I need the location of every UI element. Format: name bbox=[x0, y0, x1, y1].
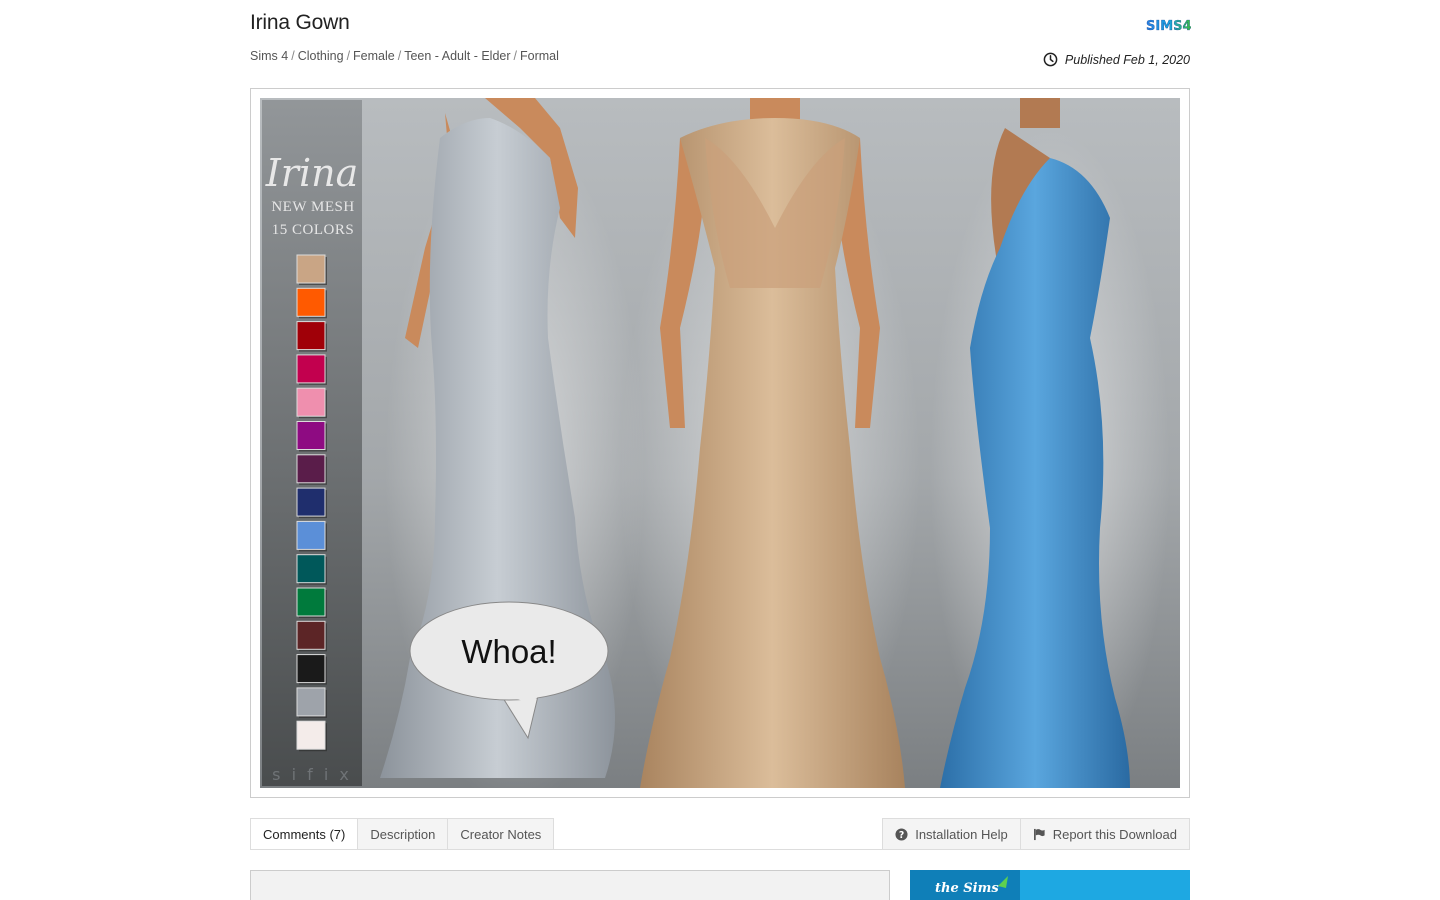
color-swatch bbox=[296, 654, 326, 684]
color-swatch bbox=[296, 620, 326, 650]
color-swatch bbox=[296, 554, 326, 584]
svg-text:?: ? bbox=[899, 830, 904, 841]
breadcrumb: Sims 4/Clothing / Female / Teen - Adult - El… bbox=[250, 49, 559, 63]
color-swatch bbox=[296, 254, 326, 284]
tab-comments[interactable]: Comments (7) bbox=[250, 818, 359, 850]
ad-text: the Sims bbox=[935, 881, 999, 896]
ad-banner[interactable]: the Sims bbox=[910, 870, 1190, 900]
tab-creator-notes[interactable]: Creator Notes bbox=[448, 818, 555, 850]
installation-help-label: Installation Help bbox=[915, 826, 1008, 842]
question-icon: ? bbox=[895, 827, 908, 841]
color-swatches bbox=[296, 254, 327, 752]
overlay-newmesh: NEW MESH bbox=[271, 199, 354, 215]
breadcrumb-separator: / bbox=[346, 49, 351, 63]
report-download-label: Report this Download bbox=[1052, 826, 1177, 842]
report-download-button[interactable]: Report this Download bbox=[1020, 818, 1190, 850]
color-swatch bbox=[296, 321, 326, 351]
breadcrumb-female[interactable]: Female bbox=[353, 49, 395, 63]
overlay-colors: 15 COLORS bbox=[272, 222, 354, 238]
action-bar: ? Installation Help Report this Download bbox=[882, 818, 1190, 850]
color-swatch bbox=[296, 687, 326, 717]
color-swatch bbox=[296, 487, 326, 517]
preview-artwork: Irina NEW MESH 15 COLORS s i f i x Whoa! bbox=[260, 98, 1180, 788]
color-swatch bbox=[296, 587, 326, 617]
published-text: Published Feb 1, 2020 bbox=[1064, 52, 1190, 67]
info-panel: Irina NEW MESH 15 COLORS s i f i x bbox=[262, 100, 362, 786]
color-swatch bbox=[296, 421, 326, 450]
watermark: s i f i x bbox=[272, 765, 352, 784]
tab-description[interactable]: Description bbox=[358, 818, 449, 850]
preview-frame: Irina NEW MESH 15 COLORS s i f i x Whoa! bbox=[250, 88, 1190, 798]
overlay-title: Irina bbox=[265, 151, 358, 195]
breadcrumb-sims4[interactable]: Sims 4 bbox=[250, 49, 288, 63]
flag-icon bbox=[1033, 828, 1045, 840]
comments-box bbox=[250, 870, 890, 900]
speech-bubble-text: Whoa! bbox=[461, 633, 556, 670]
preview-image[interactable]: Irina NEW MESH 15 COLORS s i f i x Whoa! bbox=[260, 98, 1180, 788]
ad-artwork: the Sims bbox=[910, 870, 1190, 900]
breadcrumb-separator: / bbox=[397, 49, 402, 63]
color-swatch bbox=[296, 720, 326, 750]
breadcrumb-formal[interactable]: Formal bbox=[520, 49, 559, 63]
color-swatch bbox=[296, 387, 326, 417]
sims4-logo[interactable]: SIMS4 bbox=[1145, 14, 1191, 36]
color-swatch bbox=[296, 287, 326, 317]
breadcrumb-separator: / bbox=[513, 49, 518, 63]
breadcrumb-age[interactable]: Teen - Adult - Elder bbox=[404, 49, 510, 63]
color-swatch bbox=[296, 354, 326, 384]
color-swatch bbox=[296, 454, 326, 484]
color-swatch bbox=[296, 520, 326, 550]
breadcrumb-clothing[interactable]: Clothing bbox=[298, 49, 344, 63]
sims4-logo-text: SIMS4 bbox=[1146, 19, 1191, 34]
page-title: Irina Gown bbox=[250, 11, 350, 34]
installation-help-button[interactable]: ? Installation Help bbox=[882, 818, 1021, 850]
published-date: Published Feb 1, 2020 bbox=[1043, 52, 1190, 67]
tab-bar: Comments (7) Description Creator Notes bbox=[250, 818, 555, 850]
clock-icon bbox=[1043, 52, 1058, 67]
breadcrumb-separator: / bbox=[291, 49, 295, 63]
